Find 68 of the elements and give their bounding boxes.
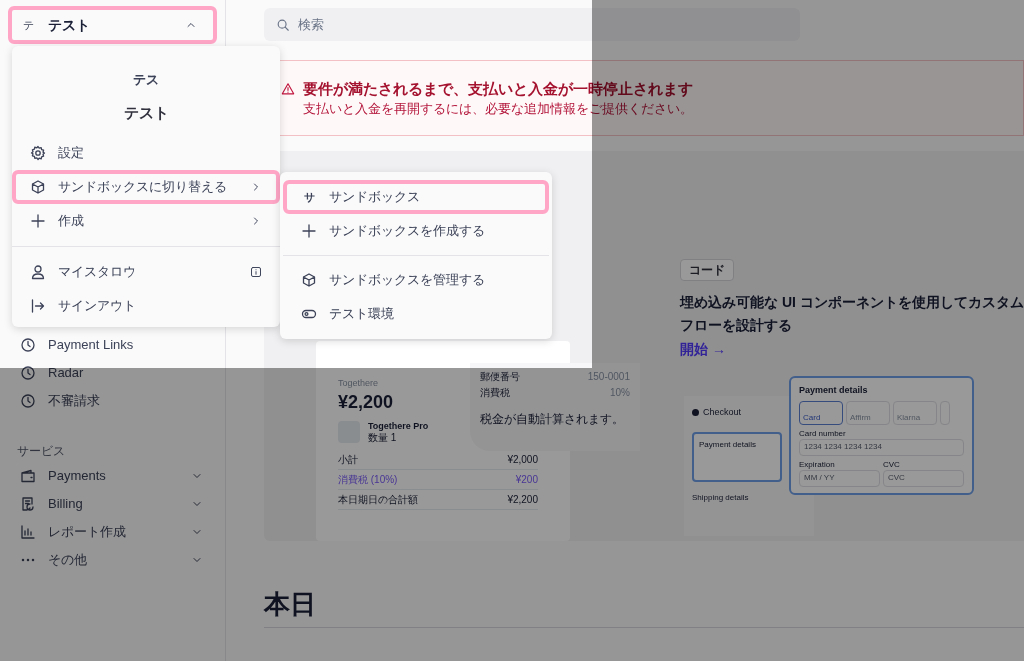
tax-note: 税金が自動計算されます。	[480, 411, 625, 427]
menu-item[interactable]: サンドボックスに切り替える	[12, 170, 280, 204]
clock-icon	[20, 393, 36, 409]
start-link[interactable]: 開始 →	[680, 339, 726, 360]
sidebar-item[interactable]: 不審請求	[0, 387, 225, 415]
sidebar-item[interactable]: その他	[0, 546, 225, 574]
sign-out-icon	[30, 298, 46, 314]
account-name: テスト	[122, 102, 170, 123]
sidebar-item[interactable]: レポート作成	[0, 518, 225, 546]
clock-icon	[20, 337, 36, 353]
quantity-text: 数量 1	[368, 431, 398, 444]
logo-icon	[692, 409, 699, 417]
field-label: Expiration	[799, 458, 836, 470]
payment-method[interactable]: Card	[799, 400, 843, 425]
menu-item[interactable]: マイスタロウ	[12, 255, 280, 289]
id-card-icon	[250, 266, 262, 278]
menu-item[interactable]: 作成	[12, 204, 280, 238]
input-field: MM / YY	[799, 469, 880, 487]
receipt-icon	[20, 496, 36, 512]
code-tag: コード	[680, 259, 734, 281]
menu-item[interactable]: サンドボックスを作成する	[283, 214, 549, 248]
row-value: ¥2,200	[507, 492, 538, 507]
cube-icon	[30, 179, 46, 195]
sidebar-item[interactable]: Billing	[0, 490, 225, 518]
sandbox-initial: サ	[302, 189, 316, 205]
gear-icon	[30, 145, 46, 161]
card-heading: 埋め込み可能な UI コンポーネントを使用してカスタムフローを設計する	[680, 293, 1024, 335]
menu-item[interactable]: サインアウト	[12, 289, 280, 323]
row-label: 消費税 (10%)	[338, 472, 398, 487]
row-value: 10%	[610, 386, 630, 400]
row-value: ¥200	[515, 472, 538, 487]
menu-item[interactable]: 設定	[12, 136, 280, 170]
menu-item[interactable]: サ サンドボックス	[283, 180, 549, 214]
row-label: 本日期日の合計額	[338, 492, 418, 507]
menu-item[interactable]: テスト環境	[283, 297, 549, 331]
search-icon	[276, 17, 290, 32]
person-icon	[30, 264, 46, 280]
sidebar-item[interactable]: Radar	[0, 359, 225, 387]
avatar-text: テス	[132, 71, 160, 89]
row-value: ¥2,000	[507, 452, 538, 467]
product-name: Togethere Pro	[368, 420, 429, 432]
row-label: 郵便番号	[480, 370, 520, 384]
checkout-title: Checkout	[703, 406, 742, 419]
section-title: Shipping details	[692, 491, 750, 504]
warning-icon	[281, 82, 295, 96]
cube-icon	[301, 272, 317, 288]
input-field: CVC	[883, 469, 964, 487]
field-label: Card number	[799, 427, 847, 439]
field-label: CVC	[883, 458, 901, 470]
section-heading: 本日	[264, 588, 317, 621]
row-value: 150-0001	[587, 370, 630, 384]
panel-title: Payment details	[799, 384, 869, 397]
bar-chart-icon	[20, 524, 36, 540]
plus-icon	[301, 223, 317, 239]
clock-icon	[20, 365, 36, 381]
plus-icon	[30, 213, 46, 229]
menu-item[interactable]: サンドボックスを管理する	[283, 263, 549, 297]
sidebar-item[interactable]: Payments	[0, 462, 225, 490]
input-field: 1234 1234 1234 1234	[799, 438, 964, 456]
sidebar-item[interactable]: Payment Links	[0, 331, 225, 359]
search-field[interactable]: 検索	[264, 8, 800, 41]
wallet-icon	[20, 468, 36, 484]
row-label: 消費税	[480, 386, 510, 400]
row-label: 小計	[338, 452, 358, 467]
account-button[interactable]: テ テスト	[8, 6, 217, 44]
section-title: Payment details	[699, 438, 757, 451]
section-label: サービス	[16, 443, 66, 460]
amount-text: ¥2,200	[338, 390, 394, 413]
